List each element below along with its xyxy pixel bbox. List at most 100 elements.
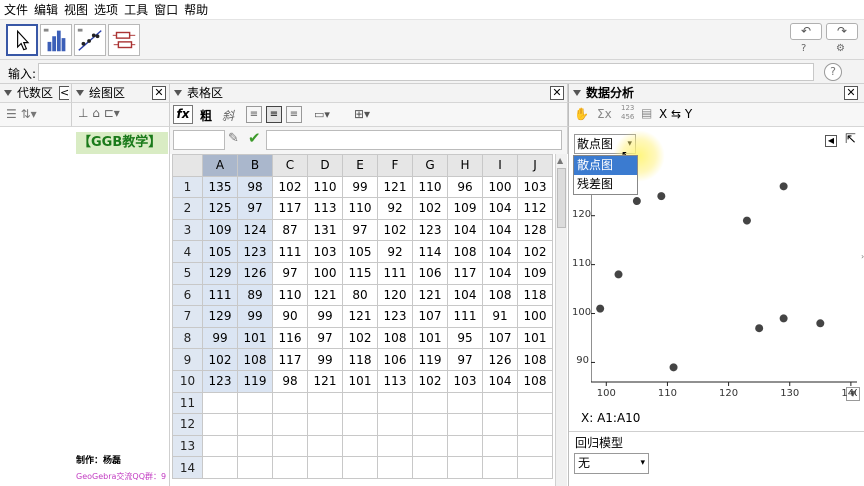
column-header[interactable]: J: [517, 154, 553, 177]
table-cell[interactable]: 128: [517, 218, 553, 242]
table-cell[interactable]: [377, 456, 413, 479]
table-cell[interactable]: 123: [377, 305, 413, 328]
table-cell[interactable]: [517, 434, 553, 458]
table-cell[interactable]: [447, 434, 483, 458]
graphics-style-icons[interactable]: ⊥ ⌂ ⊏▾: [78, 106, 120, 120]
align-left-icon[interactable]: ≡: [246, 106, 262, 123]
table-cell[interactable]: 99: [307, 348, 343, 371]
collapse-triangle-icon[interactable]: [4, 90, 12, 96]
table-cell[interactable]: 90: [272, 305, 308, 328]
bar-chart-tool-button[interactable]: [40, 24, 72, 56]
bold-button[interactable]: 粗: [200, 107, 212, 124]
collapse-left-icon[interactable]: ◀: [825, 135, 837, 147]
table-cell[interactable]: 109: [447, 197, 483, 220]
table-cell[interactable]: [202, 456, 238, 479]
table-cell[interactable]: [342, 413, 378, 436]
table-cell[interactable]: [237, 391, 273, 415]
table-cell[interactable]: 108: [517, 369, 553, 393]
table-cell[interactable]: [272, 456, 308, 479]
table-cell[interactable]: 115: [342, 261, 378, 285]
table-cell[interactable]: [517, 456, 553, 479]
dropdown-option-scatter[interactable]: 散点图: [574, 156, 637, 175]
table-cell[interactable]: 106: [412, 261, 448, 285]
menu-item-5[interactable]: 窗口: [154, 1, 178, 18]
table-cell[interactable]: 101: [412, 326, 448, 350]
settings-gear-icon[interactable]: ⚙: [836, 43, 845, 54]
table-cell[interactable]: 118: [517, 283, 553, 307]
table-cell[interactable]: 104: [482, 240, 518, 263]
table-cell[interactable]: 126: [482, 348, 518, 371]
table-cell[interactable]: 107: [482, 326, 518, 350]
table-cell[interactable]: 97: [307, 326, 343, 350]
table-cell[interactable]: [202, 434, 238, 458]
table-cell[interactable]: 108: [377, 326, 413, 350]
table-cell[interactable]: 104: [482, 369, 518, 393]
table-cell[interactable]: 100: [482, 175, 518, 199]
table-cell[interactable]: 100: [517, 305, 553, 328]
input-help-icon[interactable]: ?: [824, 63, 842, 81]
table-cell[interactable]: [447, 413, 483, 436]
regression-model-select[interactable]: 无 ▾: [574, 453, 649, 474]
table-cell[interactable]: 103: [517, 175, 553, 199]
graphics-close-icon[interactable]: ✕: [152, 86, 166, 100]
table-cell[interactable]: 87: [272, 218, 308, 242]
table-cell[interactable]: 108: [237, 348, 273, 371]
column-header[interactable]: D: [307, 154, 343, 177]
row-header[interactable]: 11: [172, 391, 203, 415]
table-cell[interactable]: [237, 413, 273, 436]
table-cell[interactable]: 123: [412, 218, 448, 242]
column-header[interactable]: F: [377, 154, 413, 177]
redo-button[interactable]: ↷: [826, 23, 858, 40]
table-cell[interactable]: 102: [412, 369, 448, 393]
cell-name-box[interactable]: [173, 130, 225, 150]
table-cell[interactable]: 99: [202, 326, 238, 350]
table-cell[interactable]: [237, 456, 273, 479]
table-cell[interactable]: [377, 391, 413, 415]
statistics-sigma-icon[interactable]: Σx: [597, 107, 612, 121]
input-field[interactable]: [38, 63, 814, 81]
table-cell[interactable]: 108: [482, 283, 518, 307]
spreadsheet-grid[interactable]: ABCDEFGHIJ 1 135 98 102 110 99 121 110 96 100 103 2…: [172, 154, 553, 479]
table-cell[interactable]: 121: [377, 175, 413, 199]
layout-icon[interactable]: ▤: [641, 106, 652, 120]
column-header[interactable]: H: [447, 154, 483, 177]
table-cell[interactable]: [377, 434, 413, 458]
spreadsheet-close-icon[interactable]: ✕: [550, 86, 564, 100]
table-cell[interactable]: [377, 413, 413, 436]
eraser-icon[interactable]: ✎: [228, 131, 239, 146]
menu-item-0[interactable]: 文件: [4, 1, 28, 18]
table-cell[interactable]: 108: [447, 240, 483, 263]
table-cell[interactable]: 109: [517, 261, 553, 285]
table-cell[interactable]: 111: [377, 261, 413, 285]
table-cell[interactable]: 104: [482, 197, 518, 220]
table-cell[interactable]: 101: [517, 326, 553, 350]
table-cell[interactable]: 99: [237, 305, 273, 328]
table-cell[interactable]: [237, 434, 273, 458]
table-cell[interactable]: 104: [482, 261, 518, 285]
table-cell[interactable]: 99: [342, 175, 378, 199]
spreadsheet-scrollbar[interactable]: ▲: [555, 154, 567, 486]
table-cell[interactable]: [482, 434, 518, 458]
menu-item-2[interactable]: 视图: [64, 1, 88, 18]
table-cell[interactable]: [412, 456, 448, 479]
row-header[interactable]: 2: [172, 197, 203, 220]
table-cell[interactable]: 129: [202, 261, 238, 285]
table-cell[interactable]: [272, 413, 308, 436]
row-header[interactable]: 7: [172, 305, 203, 328]
align-center-icon[interactable]: ≡: [266, 106, 282, 123]
table-cell[interactable]: 102: [377, 218, 413, 242]
table-cell[interactable]: 121: [342, 305, 378, 328]
table-cell[interactable]: [447, 456, 483, 479]
table-cell[interactable]: 110: [412, 175, 448, 199]
table-cell[interactable]: 119: [237, 369, 273, 393]
table-cell[interactable]: 104: [482, 218, 518, 242]
column-header[interactable]: G: [412, 154, 448, 177]
swap-xy-button[interactable]: X ⇆ Y: [659, 107, 692, 121]
row-header[interactable]: 9: [172, 348, 203, 371]
table-cell[interactable]: 111: [272, 240, 308, 263]
table-cell[interactable]: 105: [202, 240, 238, 263]
menu-item-6[interactable]: 帮助: [184, 1, 208, 18]
menu-item-3[interactable]: 选项: [94, 1, 118, 18]
table-cell[interactable]: 126: [237, 261, 273, 285]
table-cell[interactable]: 97: [342, 218, 378, 242]
